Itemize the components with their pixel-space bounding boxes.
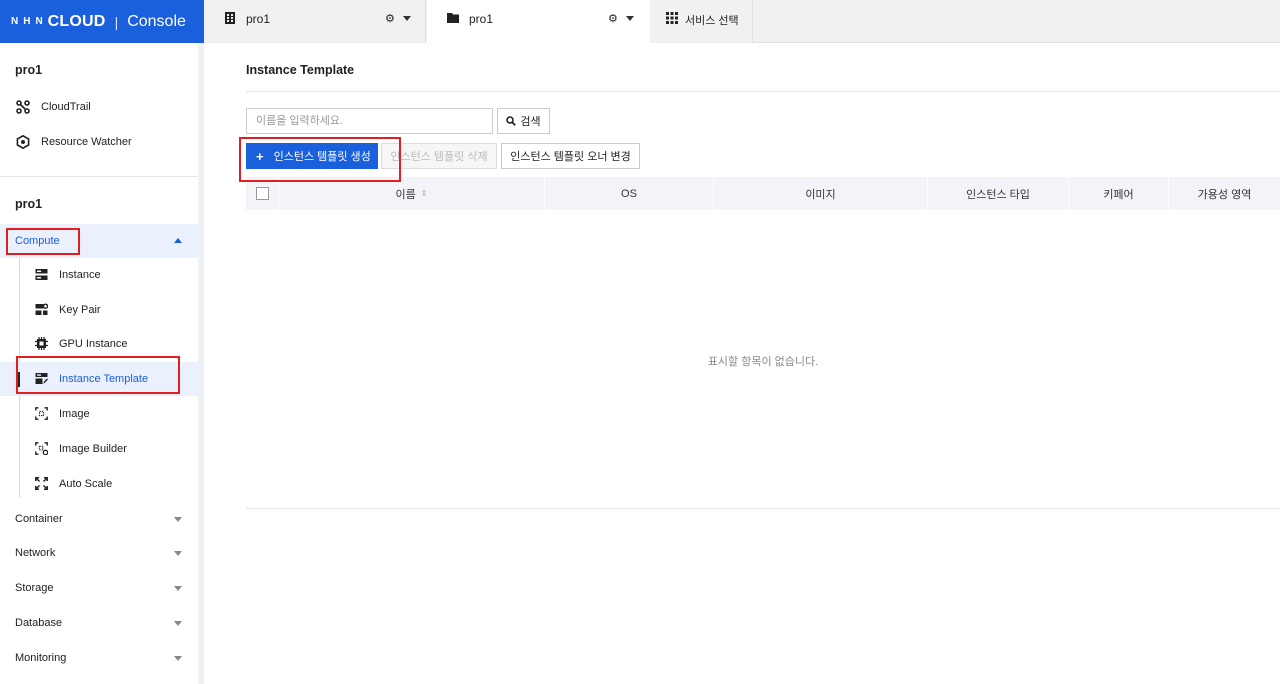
chevron-down-icon <box>174 551 182 556</box>
sort-icon: ⇕ <box>420 189 428 198</box>
folder-icon <box>447 13 459 23</box>
delete-template-label: 인스턴스 템플릿 삭제 <box>390 151 488 163</box>
sidebar-group-database[interactable]: Database <box>0 606 198 640</box>
table-header: 이름 ⇕ OS 이미지 인스턴스 타입 키페어 가용성 영역 <box>246 177 1280 210</box>
service-select-tab[interactable]: 서비스 선택 <box>650 0 753 43</box>
sidebar-item-label: Key Pair <box>59 304 101 316</box>
sidebar-item-label: CloudTrail <box>41 101 91 113</box>
building-icon <box>225 12 235 24</box>
sidebar-item-key-pair[interactable]: Key Pair <box>0 293 202 327</box>
logo[interactable]: NHN CLOUD | Console <box>0 0 204 43</box>
sidebar-group-container[interactable]: Container <box>0 502 198 536</box>
chevron-down-icon[interactable] <box>403 16 411 21</box>
change-owner-label: 인스턴스 템플릿 오너 변경 <box>510 151 631 163</box>
column-label: 이미지 <box>805 188 836 201</box>
search-input[interactable] <box>246 108 493 134</box>
column-label: 인스턴스 타입 <box>966 188 1030 201</box>
sidebar-item-cloudtrail[interactable]: CloudTrail <box>0 90 198 124</box>
grid-icon <box>666 12 678 24</box>
column-header-os: OS <box>545 177 714 210</box>
search-button-label: 검색 <box>520 116 541 128</box>
gpu-icon <box>35 337 48 350</box>
sidebar-group-network[interactable]: Network <box>0 536 198 570</box>
project-name: pro1 <box>469 12 494 26</box>
project-section-title: pro1 <box>15 197 43 211</box>
instance-icon <box>35 269 48 280</box>
sidebar-item-resource-watcher[interactable]: Resource Watcher <box>0 125 198 159</box>
sidebar-group-storage[interactable]: Storage <box>0 571 198 605</box>
search-button[interactable]: 검색 <box>497 108 550 134</box>
chevron-down-icon <box>174 517 182 522</box>
table-bottom-divider <box>246 508 1280 509</box>
sidebar-item-label: Image <box>59 408 90 420</box>
column-label: 가용성 영역 <box>1197 188 1252 201</box>
sidebar-item-label: Network <box>15 547 56 559</box>
top-bar: NHN CLOUD | Console pro1 ⚙ pro1 ⚙ 서비스 선택 <box>0 0 1280 44</box>
gear-icon[interactable]: ⚙ <box>608 12 618 25</box>
org-section-title: pro1 <box>15 63 43 77</box>
sidebar-item-instance[interactable]: Instance <box>0 258 202 292</box>
sidebar-item-label: Image Builder <box>59 443 127 455</box>
project-tab[interactable]: pro1 ⚙ <box>427 0 650 44</box>
chevron-down-icon <box>174 656 182 661</box>
column-header-instance-type: 인스턴스 타입 <box>928 177 1069 210</box>
page-title: Instance Template <box>246 63 355 77</box>
sidebar-item-label: Storage <box>15 582 54 594</box>
chevron-up-icon <box>174 238 182 243</box>
logo-product: Console <box>127 12 186 30</box>
sidebar-group-monitoring[interactable]: Monitoring <box>0 641 198 675</box>
sidebar-item-label: Instance <box>59 269 101 281</box>
org-tab[interactable]: pro1 ⚙ <box>204 0 426 43</box>
chevron-down-icon <box>174 586 182 591</box>
search-icon <box>506 116 517 126</box>
gear-icon[interactable]: ⚙ <box>385 12 395 25</box>
change-owner-button[interactable]: 인스턴스 템플릿 오너 변경 <box>501 143 640 169</box>
column-header-image: 이미지 <box>714 177 928 210</box>
resource-watcher-icon <box>16 135 30 149</box>
sidebar-item-image[interactable]: Image <box>0 397 202 431</box>
cloudtrail-icon <box>16 100 30 114</box>
sidebar-item-label: Container <box>15 513 63 525</box>
select-all-checkbox[interactable] <box>255 187 269 200</box>
service-select-label: 서비스 선택 <box>685 15 739 27</box>
sidebar-item-label: Monitoring <box>15 652 67 664</box>
logo-brand: CLOUD <box>47 12 106 30</box>
highlight-box-create-button <box>239 137 401 182</box>
key-pair-icon <box>35 303 48 315</box>
image-builder-icon <box>35 442 48 455</box>
highlight-box-instance-template <box>16 356 180 394</box>
column-header-keypair: 키페어 <box>1069 177 1169 210</box>
sidebar-item-image-builder[interactable]: Image Builder <box>0 432 202 466</box>
column-label: 이름 <box>395 188 416 201</box>
chevron-down-icon <box>174 621 182 626</box>
image-icon <box>35 407 48 420</box>
auto-scale-icon <box>35 477 48 490</box>
sidebar-item-label: Resource Watcher <box>41 136 132 148</box>
column-header-availability-zone: 가용성 영역 <box>1169 177 1280 210</box>
empty-table-message: 표시할 항목이 없습니다. <box>707 356 819 368</box>
column-label: OS <box>621 187 637 200</box>
logo-prefix: NHN <box>11 16 48 27</box>
column-label: 키페어 <box>1103 188 1134 201</box>
org-name: pro1 <box>246 12 271 26</box>
sidebar-item-label: Auto Scale <box>59 478 113 490</box>
highlight-box-compute <box>6 228 80 255</box>
sidebar-item-auto-scale[interactable]: Auto Scale <box>0 467 202 501</box>
sidebar-item-label: Database <box>15 617 63 629</box>
title-divider <box>246 91 1280 92</box>
sidebar-item-label: GPU Instance <box>59 338 128 350</box>
sidebar-divider <box>0 176 198 177</box>
chevron-down-icon[interactable] <box>626 16 634 21</box>
logo-separator: | <box>114 13 119 30</box>
